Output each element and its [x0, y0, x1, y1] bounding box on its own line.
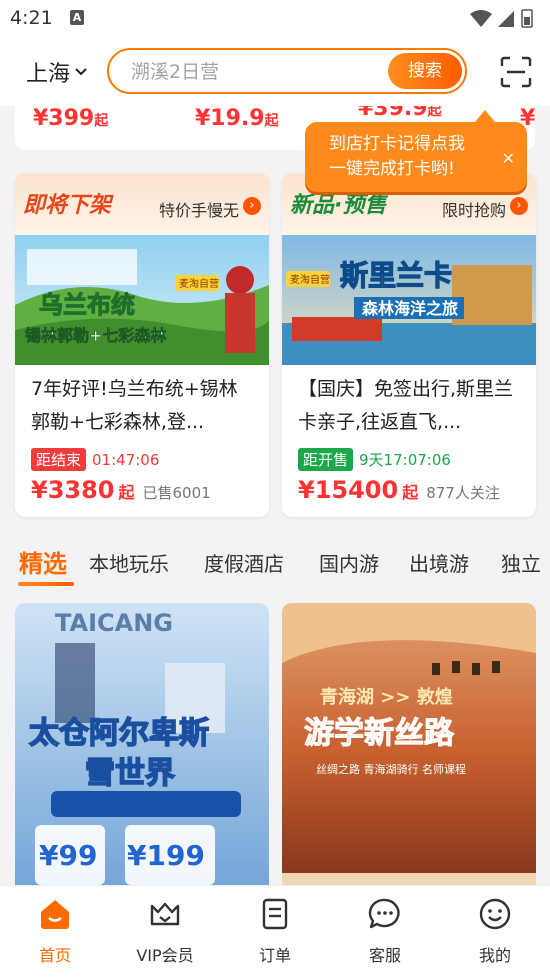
deal-image-title: 斯里兰卡 [340, 259, 452, 292]
nav-label: 我的 [478, 946, 511, 965]
category-tabs: 精选 本地玩乐 度假酒店 国内游 出境游 独立 [0, 540, 550, 590]
deal-sold: 已售6001 [142, 484, 211, 502]
nav-home[interactable]: 首页 [10, 896, 100, 966]
product-card[interactable]: 青海湖 >> 敦煌 游学新丝路 丝绸之路 青海湖骑行 名师课程 [282, 603, 536, 903]
deal-title: 【国庆】免签出行,斯里兰卡亲子,往返直飞,... [298, 378, 514, 433]
tab-resort-hotel[interactable]: 度假酒店 [204, 548, 284, 577]
product-price-1: ¥99 [39, 839, 97, 872]
deal-price-unit: 起 [118, 483, 135, 502]
strip-price-1[interactable]: ¥399起 [33, 106, 108, 131]
nav-vip[interactable]: VIP会员 [120, 896, 210, 966]
deal-card[interactable]: 新品·预售 限时抢购 › 斯里兰卡 森林海洋之旅 麦淘自营 【国庆】免签出行,斯… [282, 173, 536, 517]
product-image-title: 游学新丝路 [304, 716, 455, 751]
deal-card[interactable]: 即将下架 特价手慢无 › 乌兰布统 锡林郭勒+七彩森林 麦淘自营 7年好评!乌兰… [15, 173, 269, 517]
active-tab-indicator [18, 582, 74, 586]
chat-icon [368, 898, 400, 929]
product-image-subtitle: 雪世界 [85, 756, 175, 791]
tab-featured[interactable]: 精选 [19, 544, 67, 579]
scan-icon[interactable] [500, 56, 532, 88]
vip-crown-icon [150, 902, 180, 926]
status-time: 4:21 [10, 7, 53, 29]
deal-image: 斯里兰卡 森林海洋之旅 麦淘自营 [282, 235, 536, 365]
tab-outbound[interactable]: 出境游 [409, 548, 469, 577]
search-input[interactable] [131, 58, 381, 86]
tooltip-line-1: 到店打卡记得点我 [329, 134, 465, 154]
deal-banner-subtitle: 特价手慢无 [158, 201, 239, 220]
product-image: 青海湖 >> 敦煌 游学新丝路 丝绸之路 青海湖骑行 名师课程 [282, 603, 536, 903]
product-card[interactable]: TAICANG 太仓阿尔卑斯 雪世界 ¥99 ¥199 [15, 603, 269, 903]
deal-follows: 877人关注 [426, 484, 500, 502]
chevron-down-icon [75, 68, 87, 76]
product-image-title: 太仓阿尔卑斯 [29, 716, 209, 751]
home-icon [41, 900, 69, 929]
deal-title: 7年好评!乌兰布统+锡林郭勒+七彩森林,登... [31, 378, 238, 433]
product-price-2: ¥199 [127, 839, 205, 872]
strip-price-2[interactable]: ¥19.9起 [195, 106, 279, 131]
deal-price: ¥15400 [298, 476, 399, 504]
bottom-nav: 首页 VIP会员 订单 客服 我的 [0, 885, 550, 979]
deal-image-badge: 麦淘自营 [290, 273, 330, 286]
timer-tag: 距结束 [31, 448, 87, 471]
deal-price-line: ¥15400 起 877人关注 [298, 476, 500, 504]
nav-label: 订单 [258, 946, 291, 965]
deal-timer: 距结束 01:47:06 [31, 448, 159, 471]
product-image-top-text: TAICANG [55, 609, 173, 637]
strip-price-3[interactable]: ¥39.9起 [358, 106, 442, 121]
product-image-subtitle: 丝绸之路 青海湖骑行 名师课程 [316, 762, 466, 776]
status-bar: 4:21 A [0, 0, 550, 36]
deal-banner-title: 即将下架 [23, 193, 112, 218]
search-bar: 搜索 [107, 48, 467, 94]
timer-value: 01:47:06 [92, 450, 160, 469]
nav-label: VIP会员 [136, 946, 194, 965]
chevron-right-icon[interactable]: › [510, 197, 528, 215]
city-label: 上海 [26, 62, 71, 87]
close-icon[interactable]: ✕ [502, 146, 515, 171]
header: 上海 搜索 [0, 36, 550, 106]
timer-tag: 距开售 [298, 448, 354, 471]
city-selector[interactable]: 上海 [26, 56, 88, 88]
product-image-top-text: 青海湖 >> 敦煌 [320, 686, 453, 708]
deal-timer: 距开售 9天17:07:06 [298, 448, 451, 471]
deal-banner: 即将下架 特价手慢无 › [15, 173, 269, 235]
timer-value: 9天17:07:06 [359, 451, 451, 469]
deal-banner-subtitle: 限时抢购 [441, 201, 506, 220]
order-icon [262, 898, 288, 930]
profile-icon [479, 898, 511, 930]
system-status-icons [470, 9, 533, 28]
tab-local-fun[interactable]: 本地玩乐 [89, 548, 169, 577]
deal-image-subtitle: 森林海洋之旅 [362, 299, 458, 318]
chevron-right-icon[interactable]: › [243, 197, 261, 215]
search-button[interactable]: 搜索 [388, 53, 462, 89]
nav-label: 首页 [38, 946, 71, 965]
notification-icon: A [70, 10, 84, 25]
deal-price-line: ¥3380 起 已售6001 [31, 476, 211, 504]
checkin-tooltip[interactable]: 到店打卡记得点我 一键完成打卡哟! ✕ [305, 110, 527, 192]
deal-image-badge: 麦淘自营 [179, 277, 219, 290]
deal-price-unit: 起 [402, 483, 419, 502]
nav-orders[interactable]: 订单 [230, 896, 320, 966]
deal-image-subtitle: 锡林郭勒+七彩森林 [25, 326, 166, 345]
deal-price: ¥3380 [31, 476, 115, 504]
tab-domestic[interactable]: 国内游 [319, 548, 379, 577]
nav-label: 客服 [368, 946, 401, 965]
nav-mine[interactable]: 我的 [450, 896, 540, 966]
product-image: TAICANG 太仓阿尔卑斯 雪世界 ¥99 ¥199 [15, 603, 269, 903]
deal-image-title: 乌兰布统 [39, 291, 135, 319]
tooltip-line-2: 一键完成打卡哟! [329, 159, 455, 179]
tab-independent[interactable]: 独立 [501, 548, 541, 577]
nav-support[interactable]: 客服 [340, 896, 430, 966]
deal-image: 乌兰布统 锡林郭勒+七彩森林 麦淘自营 [15, 235, 269, 365]
